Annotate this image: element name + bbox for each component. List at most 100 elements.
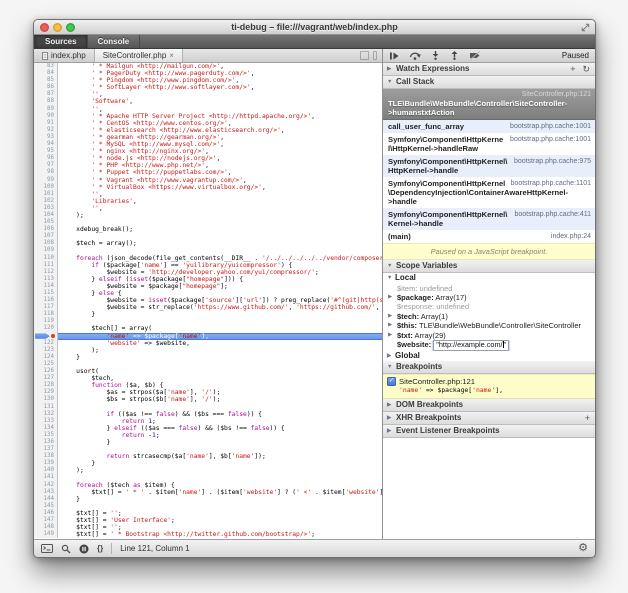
gutter-line-number[interactable]: 102 <box>34 198 58 205</box>
chevron-right-icon[interactable]: ▶ <box>388 331 392 340</box>
call-stack-frame[interactable]: bootstrap.php.cache:411Symfony\Component… <box>383 208 595 230</box>
gutter-line-number[interactable]: 119 <box>34 318 58 325</box>
add-watch-icon[interactable]: + <box>570 63 575 75</box>
gutter-line-number[interactable]: 93 <box>34 134 58 141</box>
gutter-line-number[interactable]: 130 <box>34 396 58 403</box>
code-line[interactable]: 122 'website' => $website, <box>34 340 382 347</box>
gutter-line-number[interactable]: 109 <box>34 247 58 254</box>
call-stack-frame[interactable]: index.php:24(main) <box>383 230 595 243</box>
variable-value-input[interactable]: "http://example.com/" <box>433 340 509 351</box>
code-line[interactable]: 115 } else { <box>34 290 382 297</box>
code-line[interactable]: 120 $tech[] = array( <box>34 325 382 332</box>
code-line[interactable]: 99 ' * Vagrant <http://www.vagrantup.com… <box>34 177 382 184</box>
gutter-line-number[interactable]: 142 <box>34 482 58 489</box>
resize-icon[interactable] <box>581 23 590 32</box>
gutter-line-number[interactable]: 108 <box>34 240 58 247</box>
file-tab-sitecontroller-php[interactable]: SiteController.php × <box>95 49 183 62</box>
step-over-button[interactable] <box>409 51 421 60</box>
code-line[interactable]: 97 ' * PHP <http://www.php.net/>', <box>34 162 382 169</box>
gutter-line-number[interactable]: 135 <box>34 432 58 439</box>
tab-sources[interactable]: Sources <box>34 35 88 48</box>
add-xhr-breakpoint-icon[interactable]: + <box>585 412 590 424</box>
scope-variable[interactable]: $response: undefined <box>383 302 595 311</box>
code-line[interactable]: 147 $txt[] = 'User Interface'; <box>34 517 382 524</box>
gutter-line-number[interactable]: 106 <box>34 226 58 233</box>
call-stack-frame[interactable]: SiteController.php:121TLE\Bundle\WebBund… <box>383 89 595 120</box>
gutter-line-number[interactable]: 122 <box>34 340 58 347</box>
code-line[interactable]: 107 <box>34 233 382 240</box>
gutter-line-number[interactable]: 141 <box>34 474 58 481</box>
refresh-watch-icon[interactable]: ↻ <box>582 63 590 75</box>
gutter-line-number[interactable]: 113 <box>34 276 58 283</box>
code-line[interactable]: 92 ' * elasticsearch <http://www.elastic… <box>34 127 382 134</box>
gutter-line-number[interactable]: 94 <box>34 141 58 148</box>
gutter-line-number[interactable]: 146 <box>34 510 58 517</box>
code-line[interactable]: 95 ' * nginx <http://nginx.org/>', <box>34 148 382 155</box>
gear-icon[interactable]: ⚙ <box>578 543 588 554</box>
gutter-line-number[interactable]: 111 <box>34 262 58 269</box>
code-line[interactable]: 128 function ($a, $b) { <box>34 382 382 389</box>
code-line[interactable]: 86 ' * SoftLayer <http://www.softlayer.c… <box>34 84 382 91</box>
code-line[interactable]: 139 } <box>34 460 382 467</box>
breakpoint-checkbox[interactable]: ✓ <box>387 377 396 386</box>
gutter-line-number[interactable]: 132 <box>34 411 58 418</box>
gutter-line-number[interactable]: 137 <box>34 446 58 453</box>
code-line[interactable]: 149 $txt[] = ' * Bootstrap <http://twitt… <box>34 531 382 538</box>
code-line[interactable]: 123 ); <box>34 347 382 354</box>
gutter-line-number[interactable]: 128 <box>34 382 58 389</box>
gutter-line-number[interactable]: 105 <box>34 219 58 226</box>
gutter-line-number[interactable]: 134 <box>34 425 58 432</box>
gutter-line-number[interactable]: 117 <box>34 304 58 311</box>
gutter-line-number[interactable]: 149 <box>34 531 58 538</box>
gutter-line-number[interactable]: 136 <box>34 439 58 446</box>
gutter-line-number[interactable]: 103 <box>34 205 58 212</box>
code-line[interactable]: 103 '', <box>34 205 382 212</box>
gutter-line-number[interactable]: 98 <box>34 169 58 176</box>
code-area[interactable]: 83 ' * Mailgun <http://mailgun.com/>',84… <box>34 63 382 539</box>
close-tab-icon[interactable]: × <box>169 52 174 60</box>
code-line[interactable]: 140 ); <box>34 467 382 474</box>
zoom-window-icon[interactable] <box>66 23 75 32</box>
gutter-line-number[interactable]: 116 <box>34 297 58 304</box>
code-line[interactable]: 148 $txt[] = ''; <box>34 524 382 531</box>
breakpoints-header[interactable]: ▼ Breakpoints <box>383 361 595 374</box>
call-stack-frame[interactable]: bootstrap.php.cache:1101Symfony\Componen… <box>383 177 595 208</box>
gutter-line-number[interactable]: 125 <box>34 361 58 368</box>
code-line[interactable]: 102 'Libraries', <box>34 198 382 205</box>
gutter-line-number[interactable]: 90 <box>34 113 58 120</box>
gutter-line-number[interactable]: 120 <box>34 325 58 332</box>
chevron-right-icon[interactable]: ▶ <box>388 293 392 302</box>
code-line[interactable]: 105 <box>34 219 382 226</box>
code-line[interactable]: 111 if ($package['name'] == 'yuilibrary/… <box>34 262 382 269</box>
code-line[interactable]: 137 <box>34 446 382 453</box>
code-line[interactable]: 134 } elseif (($as === false) && ($bs !=… <box>34 425 382 432</box>
scope-variable[interactable]: ▶$this: TLE\Bundle\WebBundle\Controller\… <box>383 321 595 330</box>
xhr-breakpoints-header[interactable]: ▶ XHR Breakpoints + <box>383 412 595 425</box>
code-line[interactable]: 145 <box>34 503 382 510</box>
code-line[interactable]: 133 return 1; <box>34 418 382 425</box>
code-line[interactable]: 144 } <box>34 496 382 503</box>
gutter-line-number[interactable] <box>34 333 58 340</box>
call-stack-frame[interactable]: bootstrap.php.cache:1001call_user_func_a… <box>383 120 595 133</box>
gutter-line-number[interactable]: 144 <box>34 496 58 503</box>
code-line[interactable]: 'name' => $package['name'], <box>34 333 382 340</box>
code-line[interactable]: 89 '', <box>34 106 382 113</box>
code-line[interactable]: 125 <box>34 361 382 368</box>
scope-variables-header[interactable]: ▼ Scope Variables <box>383 260 595 273</box>
gutter-line-number[interactable]: 100 <box>34 184 58 191</box>
code-line[interactable]: 143 $txt[] = ' * ' . $item['name'] . ($i… <box>34 489 382 496</box>
chevron-right-icon[interactable]: ▶ <box>388 321 392 330</box>
code-line[interactable]: 116 $website = isset($package['source'][… <box>34 297 382 304</box>
code-line[interactable]: 98 ' * Puppet <http://puppetlabs.com/>', <box>34 169 382 176</box>
code-line[interactable]: 124 } <box>34 354 382 361</box>
gutter-line-number[interactable]: 95 <box>34 148 58 155</box>
code-line[interactable]: 126 usort( <box>34 368 382 375</box>
event-listener-breakpoints-header[interactable]: ▶ Event Listener Breakpoints <box>383 425 595 438</box>
scope-variable[interactable]: ▶$package: Array(17) <box>383 293 595 302</box>
code-line[interactable]: 118 } <box>34 311 382 318</box>
step-out-button[interactable] <box>450 51 459 60</box>
gutter-line-number[interactable]: 143 <box>34 489 58 496</box>
code-line[interactable]: 117 $website = str_replace('https://www.… <box>34 304 382 311</box>
breakpoint-item[interactable]: ✓SiteController.php:121'name' => $packag… <box>383 374 595 399</box>
gutter-line-number[interactable]: 126 <box>34 368 58 375</box>
